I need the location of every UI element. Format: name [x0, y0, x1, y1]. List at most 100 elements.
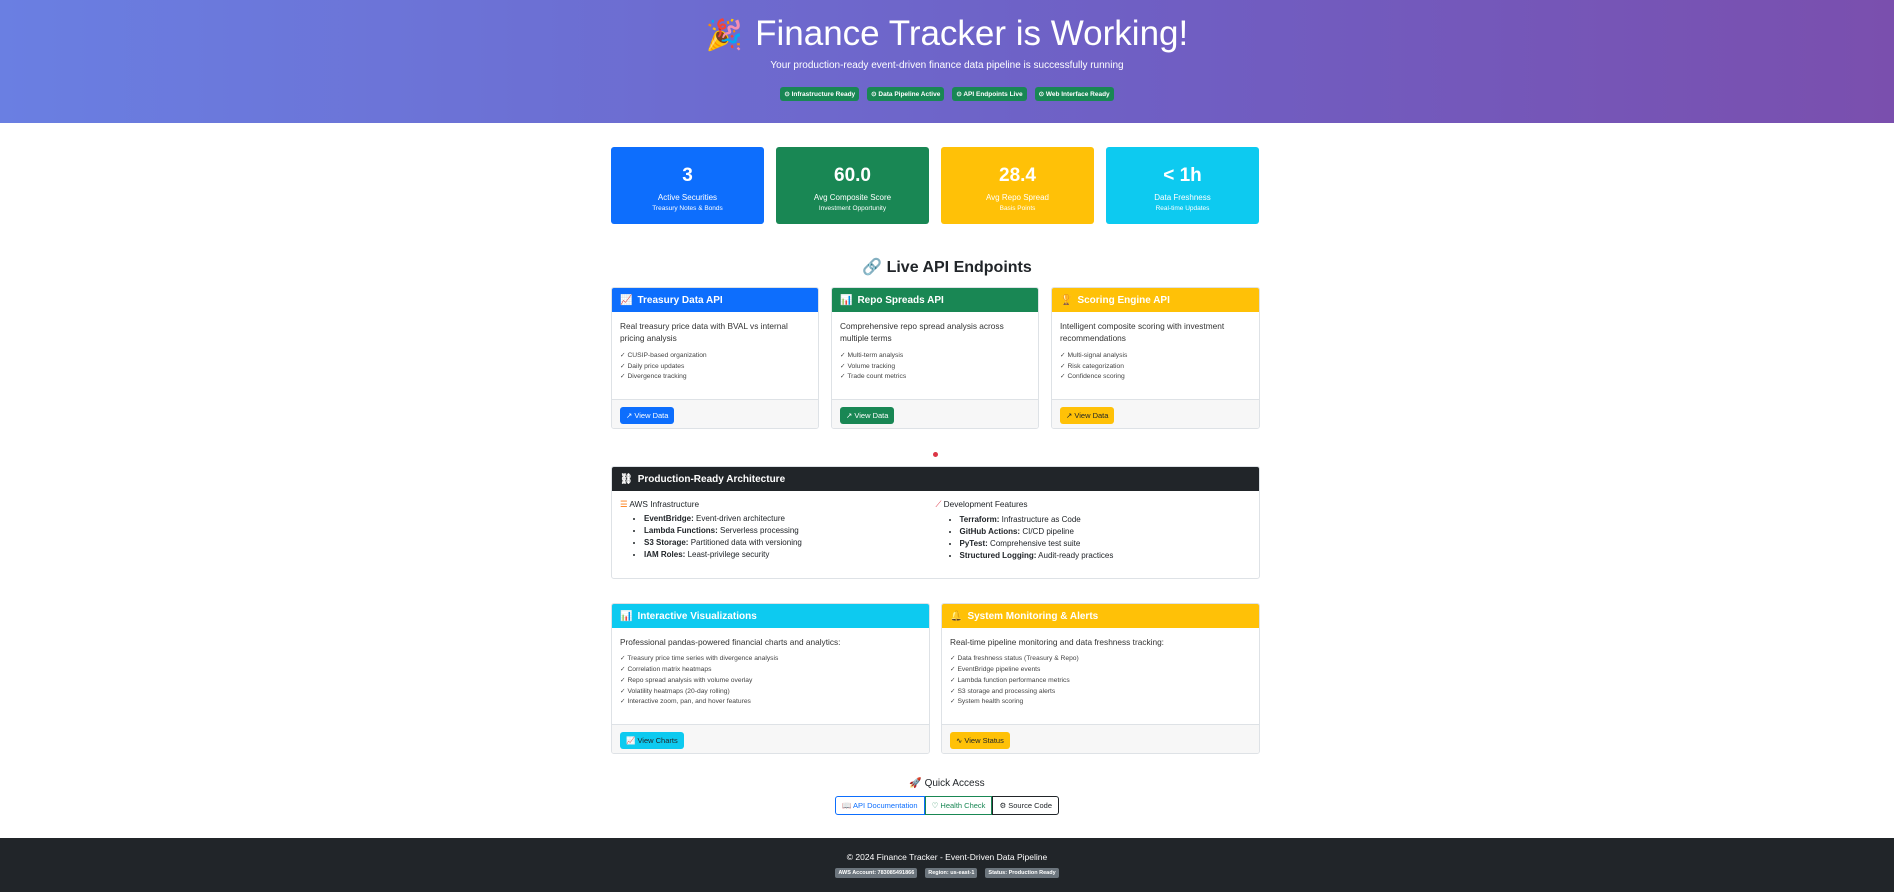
stat-card-repo-spread: 28.4 Avg Repo Spread Basis Points: [941, 147, 1094, 224]
aws-infrastructure-column: ☰ AWS Infrastructure EventBridge: Event-…: [620, 499, 936, 562]
stat-label: Avg Repo Spread: [985, 193, 1049, 202]
stat-card-composite-score: 60.0 Avg Composite Score Investment Oppo…: [776, 147, 929, 224]
bar-chart-icon: 📊: [620, 610, 633, 622]
treasury-view-data-button[interactable]: ↗ View Data: [620, 407, 675, 424]
card-description: Real-time pipeline monitoring and data f…: [950, 637, 1164, 647]
card-body: Real treasury price data with BVAL vs in…: [612, 312, 818, 391]
card-body: Professional pandas-powered financial ch…: [612, 628, 929, 716]
quick-access-title: 🚀 Quick Access: [909, 778, 985, 789]
hero-banner: 🎉 Finance Tracker is Working! Your produc…: [0, 0, 1894, 123]
list-item: Lambda Functions: Serverless processing: [644, 525, 936, 537]
card-footer: ↗ View Data: [1052, 399, 1259, 428]
scoring-api-card: 🏆 Scoring Engine API Intelligent composi…: [1051, 287, 1260, 429]
chart-line-icon: 📈: [620, 294, 633, 306]
footer-badge: Region: us-east-1: [925, 868, 978, 878]
list-item: ✓ Data freshness status (Treasury & Repo…: [950, 655, 1079, 663]
development-features-column: ⟋ Development Features Terraform: Infras…: [936, 499, 1252, 562]
card-footer: ∿ View Status: [942, 724, 1259, 753]
status-badge: ⊙ Infrastructure Ready: [780, 87, 860, 101]
list-item: ✓ Divergence tracking: [620, 373, 687, 381]
rocket-icon: 🚀: [909, 778, 922, 789]
status-badge: ⊙ Web Interface Ready: [1034, 87, 1114, 101]
stat-card-data-freshness: < 1h Data Freshness Real-time Updates: [1106, 147, 1259, 224]
list-item: ✓ Multi-signal analysis: [1060, 351, 1128, 359]
quick-access-buttons: 📖 API Documentation ♡ Health Check ⚙ Sou…: [0, 796, 1894, 815]
stat-sublabel: Basis Points: [999, 205, 1036, 212]
card-footer: 📈 View Charts: [612, 724, 929, 753]
monitoring-card: 🔔 System Monitoring & Alerts Real-time p…: [941, 603, 1260, 754]
view-status-button[interactable]: ∿ View Status: [950, 732, 1010, 749]
list-item: S3 Storage: Partitioned data with versio…: [644, 537, 936, 549]
api-section-title: 🔗 Live API Endpoints: [862, 259, 1032, 276]
card-header: 🏆 Scoring Engine API: [1052, 288, 1259, 312]
footer: © 2024 Finance Tracker - Event-Driven Da…: [0, 838, 1894, 892]
card-description: Professional pandas-powered financial ch…: [620, 637, 841, 647]
health-check-button[interactable]: ♡ Health Check: [924, 796, 993, 815]
source-code-button[interactable]: ⚙ Source Code: [992, 796, 1060, 815]
list-item: ✓ Trade count metrics: [840, 373, 907, 381]
list-item: PyTest: Comprehensive test suite: [960, 538, 1252, 550]
trophy-icon: 🏆: [1060, 294, 1073, 306]
list-item: ✓ Repo spread analysis with volume overl…: [620, 676, 753, 684]
stat-card-active-securities: 3 Active Securities Treasury Notes & Bon…: [611, 147, 764, 224]
list-item: GitHub Actions: CI/CD pipeline: [960, 526, 1252, 538]
card-footer: ↗ View Data: [612, 399, 818, 428]
card-header: 📊 Interactive Visualizations: [612, 604, 929, 628]
stat-value: < 1h: [1163, 165, 1202, 186]
treasury-api-card: 📈 Treasury Data API Real treasury price …: [611, 287, 819, 429]
list-item: ✓ Interactive zoom, pan, and hover featu…: [620, 698, 751, 706]
stat-value: 3: [682, 165, 693, 186]
card-body: Intelligent composite scoring with inves…: [1052, 312, 1259, 391]
list-item: ✓ CUSIP-based organization: [620, 351, 707, 359]
card-body: Real-time pipeline monitoring and data f…: [942, 628, 1259, 716]
list-item: ✓ Treasury price time series with diverg…: [620, 655, 779, 663]
list-item: ✓ Volume tracking: [840, 362, 896, 370]
stat-label: Data Freshness: [1154, 193, 1211, 202]
list-item: ✓ EventBridge pipeline events: [950, 666, 1041, 674]
status-badge: ⊙ API Endpoints Live: [952, 87, 1027, 101]
card-header: 🔔 System Monitoring & Alerts: [942, 604, 1259, 628]
visualizations-card: 📊 Interactive Visualizations Professiona…: [611, 603, 930, 754]
card-description: Real treasury price data with BVAL vs in…: [620, 321, 788, 344]
page-title-text: Finance Tracker is Working!: [755, 14, 1189, 53]
card-footer: ↗ View Data: [832, 399, 1038, 428]
api-documentation-button[interactable]: 📖 API Documentation: [834, 796, 925, 815]
footer-badge: Status: Production Ready: [985, 868, 1059, 878]
list-item: ✓ Multi-term analysis: [840, 351, 904, 359]
dev-heading: ⟋ Development Features: [935, 499, 1028, 509]
list-item: EventBridge: Event-driven architecture: [644, 513, 936, 525]
list-item: ✓ Confidence scoring: [1060, 373, 1125, 381]
repo-view-data-button[interactable]: ↗ View Data: [840, 407, 895, 424]
view-charts-button[interactable]: 📈 View Charts: [620, 732, 684, 749]
architecture-card: ⛓ Production-Ready Architecture ☰ AWS In…: [611, 466, 1260, 579]
list-item: Terraform: Infrastructure as Code: [960, 514, 1252, 526]
tools-icon: ⟋: [935, 499, 942, 509]
server-icon: ☰: [620, 499, 628, 509]
stat-value: 60.0: [834, 165, 871, 186]
page-title: 🎉 Finance Tracker is Working!: [0, 14, 1894, 54]
card-description: Intelligent composite scoring with inves…: [1060, 321, 1225, 344]
stat-sublabel: Treasury Notes & Bonds: [652, 205, 723, 212]
list-item: Structured Logging: Audit-ready practice…: [960, 550, 1252, 562]
list-item: ✓ System health scoring: [950, 698, 1024, 706]
stat-sublabel: Investment Opportunity: [818, 205, 887, 212]
stat-label: Active Securities: [657, 193, 718, 202]
card-header: ⛓ Production-Ready Architecture: [612, 467, 1259, 491]
footer-badge: AWS Account: 783085491866: [835, 868, 918, 878]
list-item: ✓ S3 storage and processing alerts: [950, 687, 1056, 695]
card-header: 📈 Treasury Data API: [612, 288, 818, 312]
hero-subtitle: Your production-ready event-driven finan…: [770, 60, 1124, 71]
party-popper-icon: 🎉: [705, 19, 744, 52]
sitemap-icon: ⛓: [620, 473, 633, 485]
repo-api-card: 📊 Repo Spreads API Comprehensive repo sp…: [831, 287, 1039, 429]
footer-copyright: © 2024 Finance Tracker - Event-Driven Da…: [846, 852, 1048, 862]
card-body: Comprehensive repo spread analysis acros…: [832, 312, 1038, 391]
list-item: ✓ Risk categorization: [1060, 362, 1124, 370]
scoring-view-data-button[interactable]: ↗ View Data: [1060, 407, 1115, 424]
status-indicator-dot: [933, 452, 938, 457]
status-badges: ⊙ Infrastructure Ready ⊙ Data Pipeline A…: [0, 87, 1894, 101]
link-icon: 🔗: [862, 259, 883, 276]
list-item: ✓ Daily price updates: [620, 362, 685, 370]
status-badge: ⊙ Data Pipeline Active: [867, 87, 945, 101]
stat-value: 28.4: [999, 165, 1036, 186]
